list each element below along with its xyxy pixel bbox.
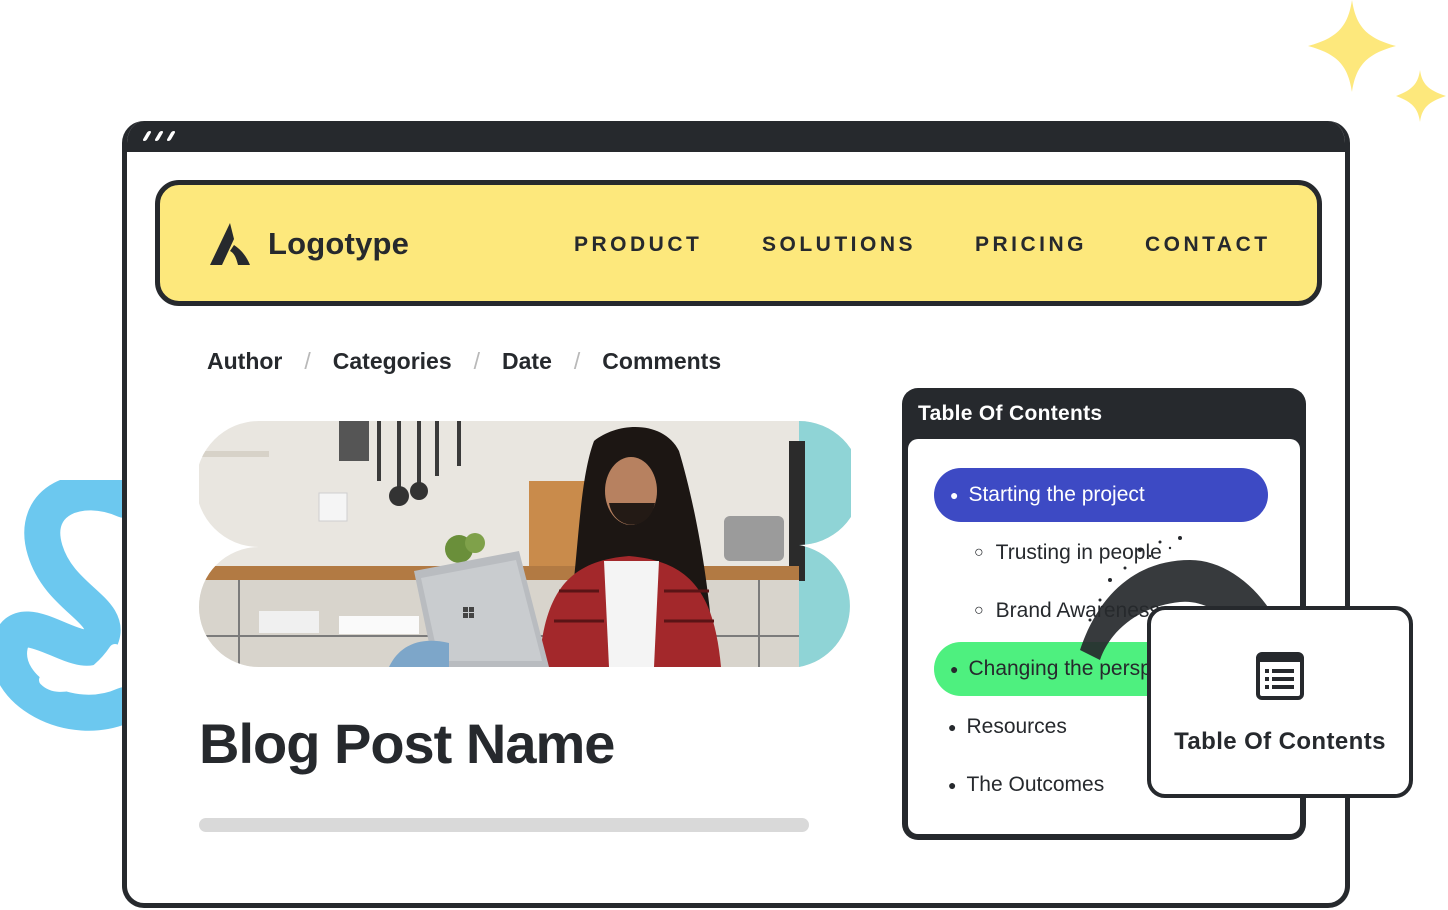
toc-item-starting[interactable]: ● Starting the project xyxy=(934,468,1268,522)
squiggle-decoration xyxy=(0,480,130,731)
meta-date[interactable]: Date xyxy=(502,348,552,375)
toc-item-label: The Outcomes xyxy=(966,773,1105,796)
meta-comments[interactable]: Comments xyxy=(602,348,721,375)
hero-image xyxy=(199,421,851,667)
meta-author[interactable]: Author xyxy=(207,348,282,375)
bullet-icon: ● xyxy=(950,487,959,503)
nav-item-pricing[interactable]: PRICING xyxy=(975,233,1087,257)
nav-item-solutions[interactable]: SOLUTIONS xyxy=(762,233,916,257)
bullet-icon: ● xyxy=(950,661,959,677)
logo-icon xyxy=(210,223,250,265)
meta-categories[interactable]: Categories xyxy=(333,348,452,375)
breadcrumb-separator: / xyxy=(304,348,311,374)
window-dot xyxy=(142,131,152,141)
post-meta-breadcrumb: Author / Categories / Date / Comments xyxy=(207,348,721,375)
hollow-bullet-icon: ○ xyxy=(974,602,984,619)
logo-text: Logotype xyxy=(268,226,410,261)
window-dot xyxy=(166,131,176,141)
window-dot xyxy=(154,131,164,141)
window-controls[interactable] xyxy=(142,131,176,141)
browser-titlebar xyxy=(127,121,1345,152)
toc-header: Table Of Contents xyxy=(918,402,1103,425)
bullet-icon: ● xyxy=(948,777,957,793)
breadcrumb-separator: / xyxy=(573,348,581,374)
site-header: Logotype PRODUCT SOLUTIONS PRICING CONTA… xyxy=(155,180,1322,306)
post-title: Blog Post Name xyxy=(199,712,615,775)
logo[interactable]: Logotype xyxy=(210,223,409,265)
toc-feature-card[interactable]: Table Of Contents xyxy=(1147,606,1413,798)
toc-item-resources[interactable]: ● Resources xyxy=(948,700,1067,754)
toc-item-outcomes[interactable]: ● The Outcomes xyxy=(948,758,1104,812)
toc-card-label: Table Of Contents xyxy=(1174,728,1386,755)
nav-item-product[interactable]: PRODUCT xyxy=(574,233,702,257)
breadcrumb-separator: / xyxy=(473,348,481,374)
sparkles-decoration xyxy=(1308,0,1446,122)
title-placeholder-bar xyxy=(199,818,809,832)
nav-item-contact[interactable]: CONTACT xyxy=(1145,233,1271,257)
toc-item-label: Resources xyxy=(966,715,1067,738)
list-icon xyxy=(1256,652,1304,700)
toc-item-label: Starting the project xyxy=(968,483,1145,506)
hollow-bullet-icon: ○ xyxy=(974,544,984,561)
bullet-icon: ● xyxy=(948,719,957,735)
